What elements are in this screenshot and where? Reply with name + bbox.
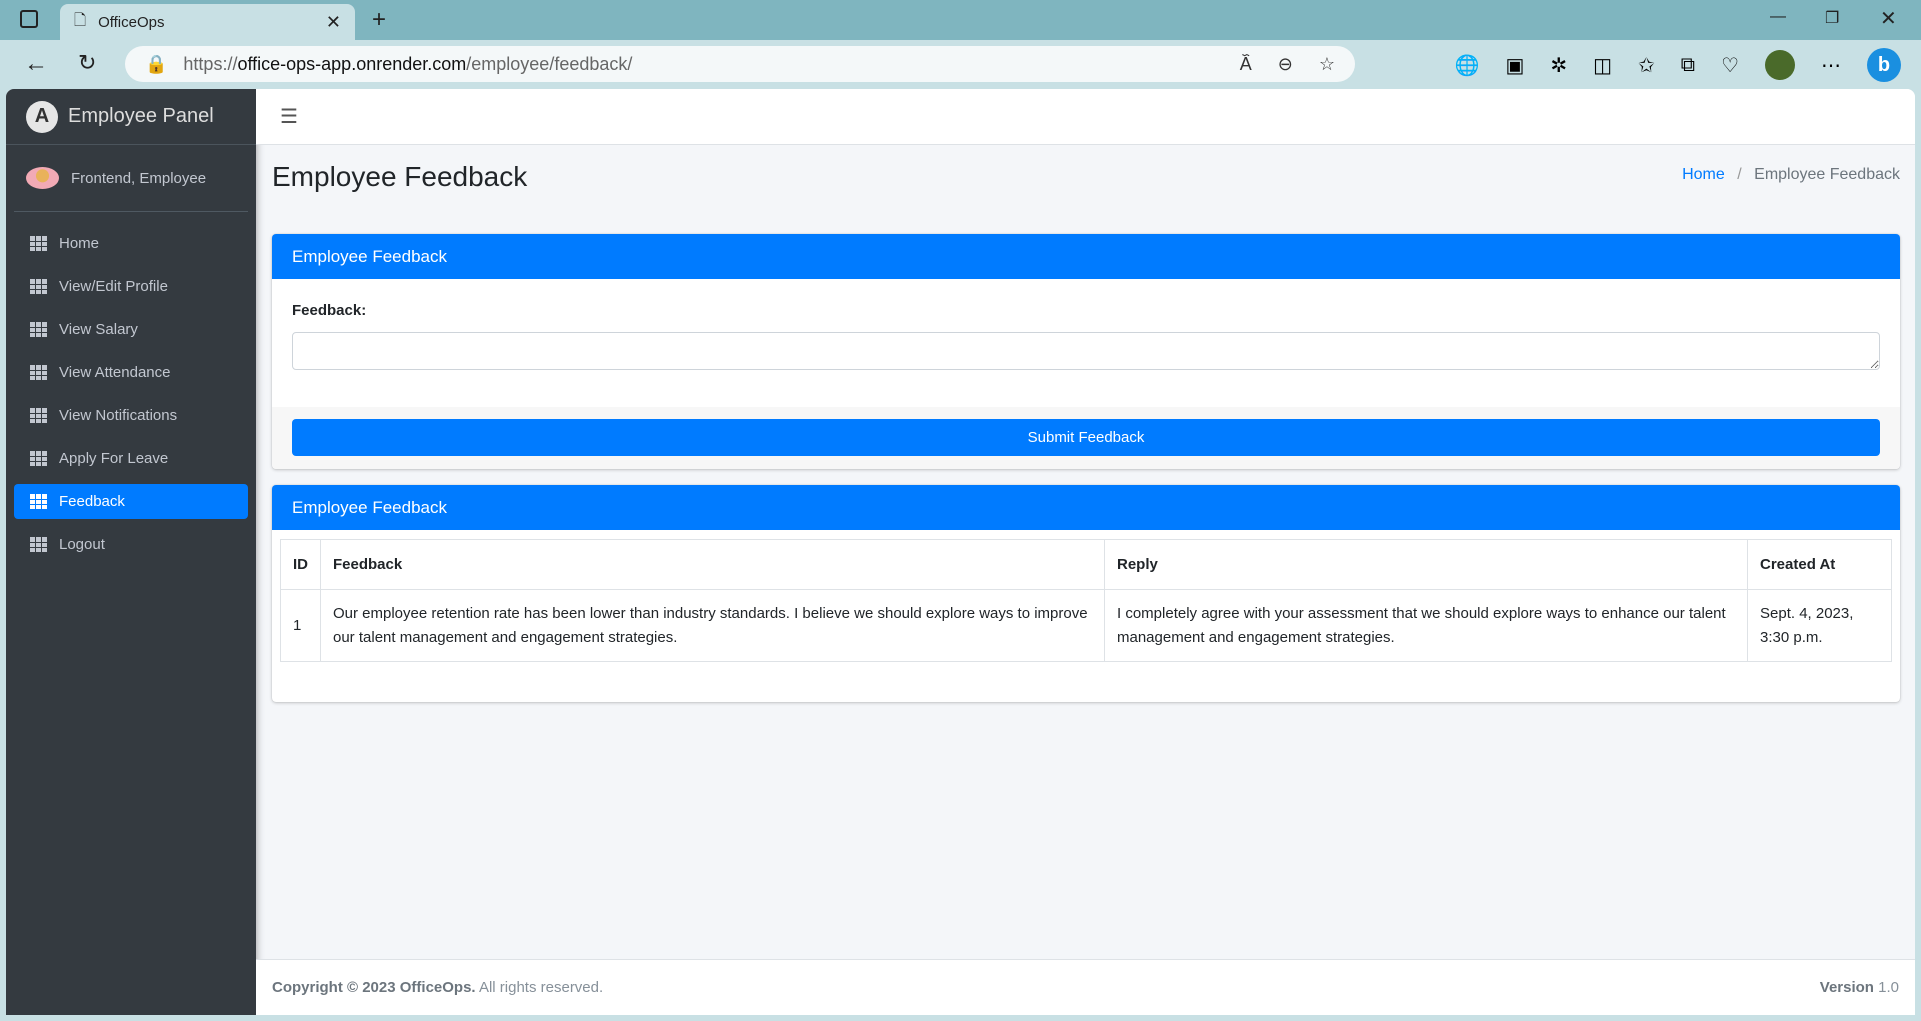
bing-icon[interactable]: b bbox=[1867, 48, 1901, 82]
feedback-textarea[interactable] bbox=[292, 332, 1880, 370]
grid-icon bbox=[30, 279, 47, 294]
page-icon: 🗋 bbox=[74, 11, 87, 29]
sidebar-item-profile[interactable]: View/Edit Profile bbox=[14, 269, 248, 304]
card-header: Employee Feedback bbox=[272, 485, 1900, 530]
breadcrumb: Home / Employee Feedback bbox=[1682, 166, 1900, 184]
favorite-star-icon[interactable]: ☆ bbox=[1319, 54, 1335, 75]
split-screen-icon[interactable]: ◫ bbox=[1593, 53, 1612, 78]
sidebar-item-label: View Salary bbox=[59, 321, 138, 338]
page-footer: Copyright © 2023 OfficeOps. All rights r… bbox=[256, 959, 1915, 1015]
sidebar-item-label: Logout bbox=[59, 536, 105, 553]
sidebar-item-home[interactable]: Home bbox=[14, 226, 248, 261]
version-label: Version bbox=[1819, 979, 1874, 996]
brand-link[interactable]: A Employee Panel bbox=[6, 89, 256, 145]
close-window-icon[interactable]: ✕ bbox=[1880, 6, 1897, 31]
breadcrumb-home[interactable]: Home bbox=[1682, 166, 1725, 183]
sidebar-item-attendance[interactable]: View Attendance bbox=[14, 355, 248, 390]
close-tab-icon[interactable]: ✕ bbox=[326, 12, 341, 33]
favorites-icon[interactable]: ✩ bbox=[1638, 53, 1655, 78]
grid-icon bbox=[30, 494, 47, 509]
grid-icon bbox=[30, 322, 47, 337]
grid-icon bbox=[30, 537, 47, 552]
copyright: Copyright © 2023 OfficeOps. bbox=[272, 979, 476, 996]
url-input[interactable]: 🔒 https://office-ops-app.onrender.com/em… bbox=[125, 46, 1355, 82]
new-tab-icon[interactable]: + bbox=[372, 6, 386, 34]
sidebar-item-logout[interactable]: Logout bbox=[14, 527, 248, 562]
sidebar-item-leave[interactable]: Apply For Leave bbox=[14, 441, 248, 476]
table-header-row: ID Feedback Reply Created At bbox=[280, 539, 1892, 590]
cell-reply: I completely agree with your assessment … bbox=[1104, 589, 1748, 662]
extensions-icon[interactable]: ✲ bbox=[1550, 53, 1567, 78]
rights-text: All rights reserved. bbox=[475, 979, 604, 996]
url-path: /employee/feedback/ bbox=[466, 53, 633, 74]
card-header: Employee Feedback bbox=[272, 234, 1900, 279]
hamburger-menu-icon[interactable]: ☰ bbox=[280, 104, 298, 129]
minimize-icon[interactable]: — bbox=[1770, 8, 1786, 26]
profile-avatar[interactable] bbox=[1765, 50, 1795, 80]
back-icon[interactable]: ← bbox=[24, 50, 48, 78]
user-name: Frontend, Employee bbox=[71, 169, 207, 187]
user-panel[interactable]: Frontend, Employee bbox=[14, 145, 248, 212]
sidebar-nav: Home View/Edit Profile View Salary View … bbox=[6, 212, 256, 562]
browser-health-icon[interactable]: ♡ bbox=[1721, 53, 1739, 78]
sidebar-item-label: View Notifications bbox=[59, 407, 178, 424]
browser-tab-bar: 🗋 OfficeOps ✕ + — ❐ ✕ bbox=[0, 0, 1921, 40]
sidebar-item-feedback[interactable]: Feedback bbox=[14, 484, 248, 519]
breadcrumb-current: Employee Feedback bbox=[1754, 166, 1900, 183]
user-avatar bbox=[26, 167, 59, 189]
cell-created-at: Sept. 4, 2023, 3:30 p.m. bbox=[1747, 589, 1892, 662]
page: A Employee Panel Frontend, Employee Home… bbox=[6, 89, 1915, 1015]
feedback-list-card: Employee Feedback ID Feedback Reply Crea… bbox=[272, 485, 1900, 702]
cell-id: 1 bbox=[280, 589, 321, 662]
page-title: Employee Feedback bbox=[272, 161, 528, 192]
collections-icon[interactable]: ⧉ bbox=[1681, 54, 1695, 77]
lock-icon: 🔒 bbox=[145, 53, 168, 74]
read-aloud-icon[interactable]: A᷈ bbox=[1240, 54, 1252, 75]
refresh-icon[interactable]: ↻ bbox=[78, 50, 96, 76]
sidebar-item-label: Home bbox=[59, 235, 100, 252]
extension-download-icon[interactable]: 🌐 bbox=[1455, 53, 1480, 78]
sidebar-item-label: View/Edit Profile bbox=[59, 278, 168, 295]
sidebar-item-label: Feedback bbox=[59, 493, 125, 510]
column-header-reply: Reply bbox=[1104, 539, 1748, 590]
sidebar: A Employee Panel Frontend, Employee Home… bbox=[6, 89, 256, 1015]
column-header-id: ID bbox=[280, 539, 321, 590]
sidebar-toggle-icon[interactable] bbox=[20, 10, 38, 28]
grid-icon bbox=[30, 236, 47, 251]
feedback-table: ID Feedback Reply Created At 1 Our emplo… bbox=[280, 539, 1892, 662]
feedback-label: Feedback: bbox=[292, 302, 367, 319]
submit-feedback-button[interactable]: Submit Feedback bbox=[292, 419, 1880, 456]
column-header-created-at: Created At bbox=[1747, 539, 1892, 590]
sidebar-item-label: Apply For Leave bbox=[59, 450, 169, 467]
brand-text: Employee Panel bbox=[68, 105, 214, 127]
url-scheme: https:// bbox=[183, 53, 238, 74]
more-icon[interactable]: ⋯ bbox=[1821, 53, 1841, 78]
restore-icon[interactable]: ❐ bbox=[1825, 8, 1839, 28]
version-number: 1.0 bbox=[1878, 979, 1899, 996]
sidebar-item-label: View Attendance bbox=[59, 364, 171, 381]
tab-title: OfficeOps bbox=[98, 13, 165, 31]
grid-icon bbox=[30, 451, 47, 466]
top-navbar: ☰ bbox=[256, 89, 1915, 145]
brand-logo-icon: A bbox=[26, 100, 58, 133]
zoom-icon[interactable]: ⊖ bbox=[1278, 54, 1293, 75]
cell-feedback: Our employee retention rate has been low… bbox=[320, 589, 1105, 662]
breadcrumb-separator: / bbox=[1737, 166, 1742, 183]
feedback-form-card: Employee Feedback Feedback: Submit Feedb… bbox=[272, 234, 1900, 469]
picture-in-picture-icon[interactable]: ▣ bbox=[1505, 53, 1524, 78]
sidebar-item-salary[interactable]: View Salary bbox=[14, 312, 248, 347]
browser-tab[interactable]: 🗋 OfficeOps ✕ bbox=[60, 4, 355, 40]
url-host: office-ops-app.onrender.com bbox=[237, 53, 467, 74]
address-bar-row: ← ↻ 🔒 https://office-ops-app.onrender.co… bbox=[0, 40, 1921, 89]
column-header-feedback: Feedback bbox=[320, 539, 1105, 590]
grid-icon bbox=[30, 408, 47, 423]
grid-icon bbox=[30, 365, 47, 380]
sidebar-item-notifications[interactable]: View Notifications bbox=[14, 398, 248, 433]
card-footer: Submit Feedback bbox=[272, 407, 1900, 469]
table-row: 1 Our employee retention rate has been l… bbox=[280, 589, 1892, 662]
